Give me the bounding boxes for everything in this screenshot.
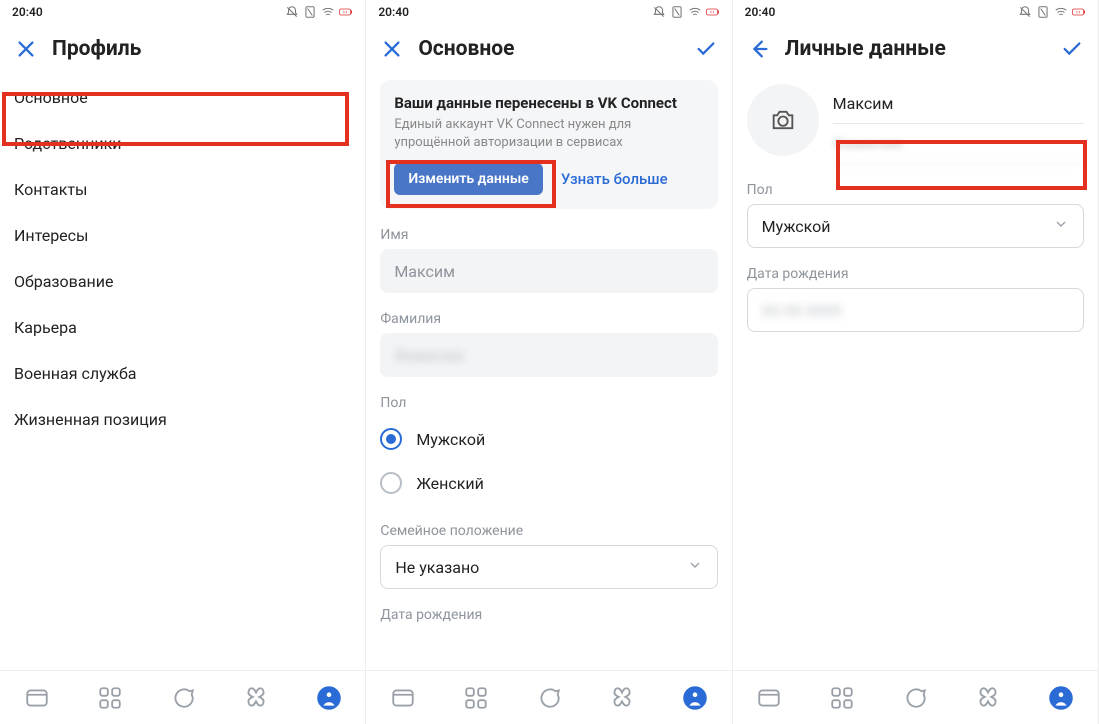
confirm-icon[interactable] [1060, 37, 1084, 61]
menu-item-relatives[interactable]: Родственники [14, 120, 351, 166]
statusbar: 20:40 11 [733, 0, 1098, 24]
status-icons: 11 [1018, 5, 1086, 19]
confirm-icon[interactable] [694, 37, 718, 61]
battery-icon: 11 [339, 5, 353, 19]
nav-feed-icon[interactable] [19, 680, 55, 716]
personal-form: Максим Фамилия Пол Мужской Дата рождения… [733, 74, 1098, 670]
screen-personal-data: 20:40 11 Личные данные Максим Фамилия По… [733, 0, 1099, 724]
camera-icon [769, 106, 797, 134]
nav-feed-icon[interactable] [751, 680, 787, 716]
nav-services-icon[interactable] [92, 680, 128, 716]
name-input[interactable]: Максим [380, 249, 717, 293]
chevron-down-icon [1053, 216, 1069, 236]
gender-label: Пол [747, 182, 1084, 198]
nav-messages-icon[interactable] [165, 680, 201, 716]
screen-main-edit: 20:40 11 Основное Ваши данные перенесены… [366, 0, 732, 724]
chevron-down-icon [687, 557, 703, 577]
nav-services-icon[interactable] [458, 680, 494, 716]
sim-icon [670, 5, 684, 19]
gender-male-radio[interactable]: Мужской [380, 417, 717, 461]
status-time: 20:40 [745, 5, 776, 19]
nav-messages-icon[interactable] [531, 680, 567, 716]
bottomnav [0, 670, 365, 724]
menu-item-contacts[interactable]: Контакты [14, 166, 351, 212]
wifi-icon [1054, 5, 1068, 19]
status-time: 20:40 [12, 5, 43, 19]
close-icon[interactable] [380, 37, 404, 61]
form-content: Ваши данные перенесены в VK Connect Един… [366, 74, 731, 670]
topbar: Профиль [0, 24, 365, 74]
dob-select[interactable]: 00.00.0000 [747, 288, 1084, 332]
avatar-camera-button[interactable] [747, 84, 819, 156]
status-icons: 11 [652, 5, 720, 19]
gender-select[interactable]: Мужской [747, 204, 1084, 248]
radio-checked-icon [380, 428, 402, 450]
menu-item-career[interactable]: Карьера [14, 304, 351, 350]
marital-label: Семейное положение [380, 523, 717, 539]
svg-text:11: 11 [709, 10, 714, 15]
nav-services-icon[interactable] [824, 680, 860, 716]
name-label: Имя [380, 227, 717, 243]
dob-label: Дата рождения [747, 266, 1084, 282]
nav-messages-icon[interactable] [897, 680, 933, 716]
nav-profile-icon[interactable] [677, 680, 713, 716]
dob-label: Дата рождения [380, 607, 717, 623]
change-data-button[interactable]: Изменить данные [394, 163, 542, 195]
battery-icon: 11 [1072, 5, 1086, 19]
bottomnav [366, 670, 731, 724]
bottomnav [733, 670, 1098, 724]
nav-clips-icon[interactable] [604, 680, 640, 716]
status-time: 20:40 [378, 5, 409, 19]
menu-item-education[interactable]: Образование [14, 258, 351, 304]
card-subtitle: Единый аккаунт VK Connect нужен для упро… [394, 116, 703, 151]
card-title: Ваши данные перенесены в VK Connect [394, 94, 703, 112]
surname-input[interactable]: Фамилия [380, 333, 717, 377]
dnd-icon [285, 5, 299, 19]
sim-icon [1036, 5, 1050, 19]
wifi-icon [321, 5, 335, 19]
battery-icon: 11 [706, 5, 720, 19]
menu-item-life[interactable]: Жизненная позиция [14, 396, 351, 442]
surname-label: Фамилия [380, 311, 717, 327]
page-title: Личные данные [785, 37, 1046, 61]
page-title: Основное [418, 37, 679, 61]
learn-more-link[interactable]: Узнать больше [561, 170, 668, 188]
topbar: Основное [366, 24, 731, 74]
back-icon[interactable] [747, 37, 771, 61]
svg-text:11: 11 [343, 10, 348, 15]
nav-clips-icon[interactable] [970, 680, 1006, 716]
close-icon[interactable] [14, 37, 38, 61]
nav-profile-icon[interactable] [1043, 680, 1079, 716]
sim-icon [303, 5, 317, 19]
statusbar: 20:40 11 [366, 0, 731, 24]
gender-label: Пол [380, 395, 717, 411]
profile-menu: Основное Родственники Контакты Интересы … [0, 74, 365, 670]
nav-profile-icon[interactable] [311, 680, 347, 716]
marital-select[interactable]: Не указано [380, 545, 717, 589]
dnd-icon [1018, 5, 1032, 19]
menu-item-military[interactable]: Военная служба [14, 350, 351, 396]
dnd-icon [652, 5, 666, 19]
nav-feed-icon[interactable] [385, 680, 421, 716]
menu-item-interests[interactable]: Интересы [14, 212, 351, 258]
nav-clips-icon[interactable] [238, 680, 274, 716]
lastname-input[interactable]: Фамилия [833, 124, 1084, 164]
status-icons: 11 [285, 5, 353, 19]
firstname-input[interactable]: Максим [833, 84, 1084, 124]
statusbar: 20:40 11 [0, 0, 365, 24]
radio-unchecked-icon [380, 472, 402, 494]
gender-female-radio[interactable]: Женский [380, 461, 717, 505]
vk-connect-card: Ваши данные перенесены в VK Connect Един… [380, 80, 717, 209]
topbar: Личные данные [733, 24, 1098, 74]
menu-item-main[interactable]: Основное [14, 74, 351, 120]
screen-profile: 20:40 11 Профиль Основное Родственники К… [0, 0, 366, 724]
wifi-icon [688, 5, 702, 19]
svg-text:11: 11 [1076, 10, 1081, 15]
page-title: Профиль [52, 37, 351, 61]
